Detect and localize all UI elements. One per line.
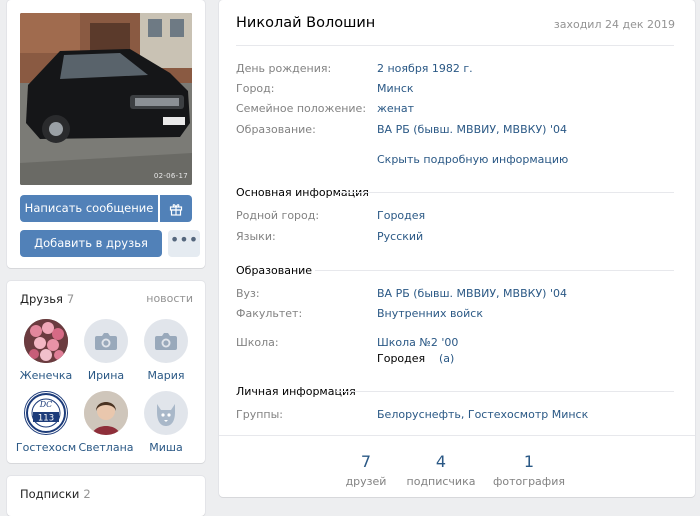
friend-name: Гостехосм (15, 441, 77, 454)
info-row-hometown: Родной город: Городея (236, 209, 676, 227)
divider (219, 435, 695, 436)
camera-icon (155, 333, 177, 350)
add-friend-button[interactable]: Добавить в друзья (20, 230, 162, 257)
info-row-birthday: День рождения: 2 ноября 1982 г. (236, 62, 676, 80)
school-class-link[interactable]: (а) (439, 352, 454, 365)
friends-block: Друзья 7 новости Женечка Ирина Мария DC … (7, 281, 205, 463)
info-label: Факультет: (236, 307, 303, 320)
deactivated-dog-icon (157, 404, 175, 426)
info-label: Город: (236, 82, 275, 95)
friend-item[interactable]: Женечка (15, 319, 77, 382)
followers-counter[interactable]: 4 подписчика (401, 452, 481, 488)
avatar (84, 391, 128, 435)
friends-count: 7 (66, 292, 75, 306)
birthday-link[interactable]: 2 ноября 1982 г. (377, 62, 473, 75)
school-city: Городея (377, 352, 426, 365)
section-title-education: Образование (236, 264, 313, 277)
avatar (144, 319, 188, 363)
info-row-education: Образование: ВА РБ (бывш. МВВИУ, МВВКУ) … (236, 123, 676, 141)
divider (339, 192, 674, 193)
info-label: Родной город: (236, 209, 320, 222)
profile-photo[interactable]: 02-06-17 (20, 13, 192, 185)
more-actions-button[interactable]: ••• (168, 230, 200, 257)
info-label: Семейное положение: (236, 102, 367, 115)
languages-link[interactable]: Русский (377, 230, 423, 243)
friends-title: Друзья (20, 292, 63, 306)
info-row-school-details: Городея (а) (236, 352, 676, 370)
faculty-link[interactable]: Внутренних войск (377, 307, 483, 320)
friend-item[interactable]: DC 113 Гостехосм (15, 391, 77, 454)
emblem-number: 113 (38, 414, 54, 424)
info-label: Образование: (236, 123, 316, 136)
info-row-family: Семейное положение: женат (236, 102, 676, 120)
svg-text:DC: DC (39, 400, 53, 409)
city-link[interactable]: Минск (377, 82, 414, 95)
info-label: Группы: (236, 408, 283, 421)
counter-number: 1 (523, 452, 535, 471)
info-row-university: Вуз: ВА РБ (бывш. МВВИУ, МВВКУ) '04 (236, 287, 676, 305)
flowers-avatar-image (24, 319, 68, 363)
send-message-button[interactable]: Написать сообщение (20, 195, 158, 222)
counter-number: 7 (360, 452, 372, 471)
info-row-groups: Группы: Белоруснефть, Гостехосмотр Минск (236, 408, 676, 426)
subscriptions-title: Подписки (20, 487, 80, 501)
friend-name: Женечка (19, 369, 73, 382)
gift-icon (169, 203, 183, 216)
info-label: Школа: (236, 336, 279, 349)
family-link[interactable]: женат (377, 102, 414, 115)
friend-item[interactable]: Ирина (75, 319, 137, 382)
friend-name: Миша (149, 441, 183, 454)
emblem-avatar-image: DC 113 (26, 393, 66, 433)
friends-counter[interactable]: 7 друзей (326, 452, 406, 488)
info-row-languages: Языки: Русский (236, 230, 676, 248)
profile-info-card: Николай Волошин заходил 24 дек 2019 День… (219, 0, 695, 497)
friend-name: Мария (147, 369, 185, 382)
avatar (24, 319, 68, 363)
friend-name: Светлана (78, 441, 134, 454)
counter-caption: друзей (345, 475, 387, 488)
counter-number: 4 (435, 452, 447, 471)
info-label: Вуз: (236, 287, 260, 300)
friends-news-link[interactable]: новости (146, 292, 193, 305)
friends-header[interactable]: Друзья 7 (20, 292, 74, 306)
avatar (144, 391, 188, 435)
university-link[interactable]: ВА РБ (бывш. МВВИУ, МВВКУ) '04 (377, 287, 567, 300)
subscriptions-count: 2 (83, 487, 91, 501)
car-photo-image (20, 13, 192, 185)
counter-caption: подписчика (406, 475, 476, 488)
hometown-link[interactable]: Городея (377, 209, 425, 222)
page-title: Николай Волошин (236, 15, 376, 31)
divider (315, 270, 674, 271)
friend-item[interactable]: Светлана (75, 391, 137, 454)
divider (336, 391, 674, 392)
divider (236, 45, 674, 46)
send-gift-button[interactable] (160, 195, 192, 222)
friend-item[interactable]: Мария (135, 319, 197, 382)
friend-name: Ирина (87, 369, 125, 382)
counter-caption: фотография (493, 475, 565, 488)
avatar (84, 319, 128, 363)
info-label: Языки: (236, 230, 276, 243)
subscriptions-header[interactable]: Подписки 2 (20, 487, 91, 501)
education-link[interactable]: ВА РБ (бывш. МВВИУ, МВВКУ) '04 (377, 123, 567, 136)
last-seen-status: заходил 24 дек 2019 (553, 18, 675, 31)
groups-link[interactable]: Белоруснефть, Гостехосмотр Минск (377, 408, 588, 421)
profile-photo-card: 02-06-17 Написать сообщение Добавить в д… (7, 0, 205, 268)
photo-date: 02-06-17 (153, 172, 188, 180)
subscriptions-block: Подписки 2 (7, 476, 205, 516)
hide-details-link[interactable]: Скрыть подробную информацию (377, 153, 568, 166)
person-avatar-image (84, 391, 128, 435)
info-row-city: Город: Минск (236, 82, 676, 100)
school-link[interactable]: Школа №2 '00 (377, 336, 458, 349)
avatar: DC 113 (24, 391, 68, 435)
camera-icon (95, 333, 117, 350)
info-row-faculty: Факультет: Внутренних войск (236, 307, 676, 325)
photos-counter[interactable]: 1 фотография (489, 452, 569, 488)
info-label: День рождения: (236, 62, 332, 75)
friend-item[interactable]: Миша (135, 391, 197, 454)
